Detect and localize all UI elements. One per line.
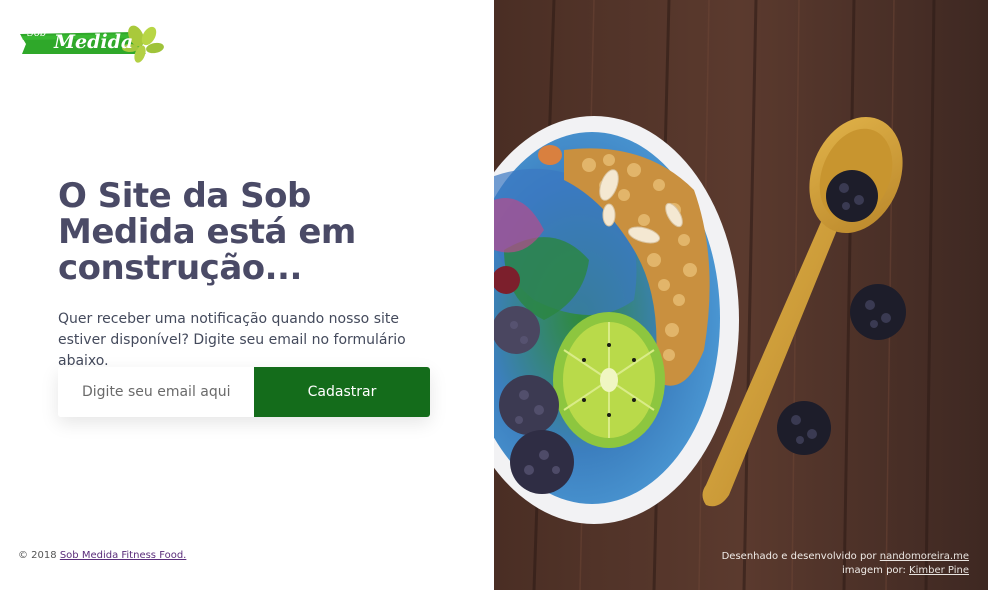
smoothie-bowl-photo <box>494 0 988 590</box>
designer-prefix: Desenhado e desenvolvido por <box>721 551 877 562</box>
photo-credits: Desenhado e desenvolvido por nandomoreir… <box>722 550 969 578</box>
newsletter-form: Cadastrar <box>58 367 430 417</box>
logo-main-text: Medida <box>54 31 134 53</box>
content-panel: Sob Medida O Site da Sob Medida está em … <box>0 0 494 590</box>
copyright-text: © 2018 <box>18 550 57 561</box>
photographer-prefix: imagem por: <box>842 565 906 576</box>
page-headline: O Site da Sob Medida está em construção.… <box>58 176 356 288</box>
submit-button[interactable]: Cadastrar <box>254 367 430 417</box>
logo-small-text: Sob <box>27 28 47 39</box>
designer-credit: Desenhado e desenvolvido por nandomoreir… <box>722 550 969 564</box>
photographer-link[interactable]: Kimber Pine <box>909 565 969 576</box>
email-input[interactable] <box>58 367 254 417</box>
designer-link[interactable]: nandomoreira.me <box>880 551 969 562</box>
company-link[interactable]: Sob Medida Fitness Food. <box>60 550 187 561</box>
hero-image-panel: Desenhado e desenvolvido por nandomoreir… <box>494 0 988 590</box>
brand-logo[interactable]: Sob Medida <box>18 20 168 72</box>
photographer-credit: imagem por: Kimber Pine <box>722 564 969 578</box>
footer-copyright: © 2018 Sob Medida Fitness Food. <box>18 550 186 561</box>
page-description: Quer receber uma notificação quando noss… <box>58 311 406 369</box>
